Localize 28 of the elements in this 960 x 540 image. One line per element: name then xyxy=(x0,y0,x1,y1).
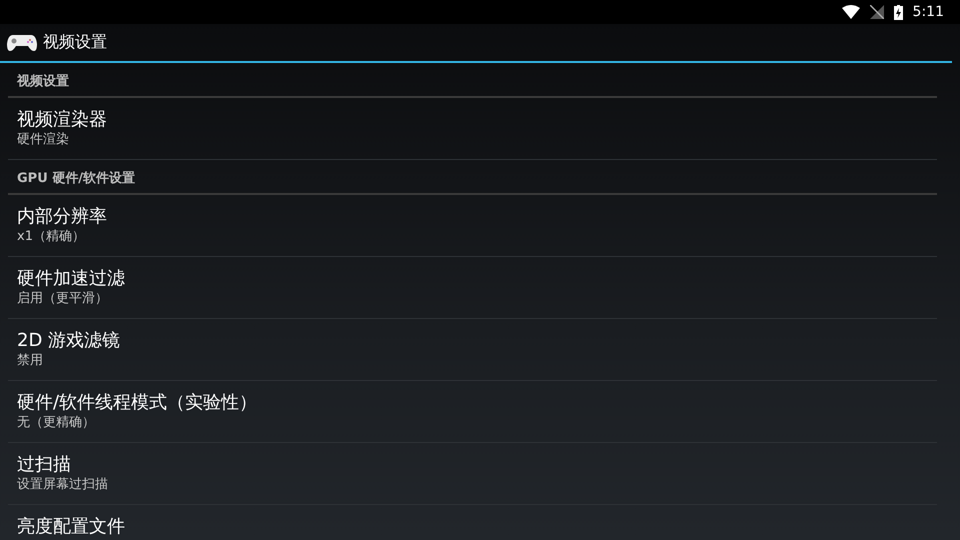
setting-title: 内部分辨率 xyxy=(17,206,108,228)
setting-item[interactable]: 内部分辨率 x1（精确） xyxy=(8,195,937,257)
setting-title: 视频渲染器 xyxy=(17,109,108,131)
setting-title: 硬件/软件线程模式（实验性） xyxy=(17,392,258,414)
setting-summary: 设置屏幕过扫描 xyxy=(17,476,109,494)
no-signal-icon xyxy=(870,5,884,19)
setting-summary: 禁用 xyxy=(17,352,44,370)
gamepad-icon xyxy=(7,34,37,52)
wifi-icon xyxy=(842,5,860,19)
setting-title: 亮度配置文件 xyxy=(17,516,126,538)
setting-title: 过扫描 xyxy=(17,454,72,476)
setting-item[interactable]: 亮度配置文件 xyxy=(8,505,937,540)
section-header: GPU 硬件/软件设置 xyxy=(8,160,937,195)
setting-summary: 硬件渲染 xyxy=(17,131,70,149)
setting-summary: 启用（更平滑） xyxy=(17,290,109,308)
setting-summary: x1（精确） xyxy=(17,228,86,246)
battery-charging-icon xyxy=(894,4,903,20)
setting-title: 2D 游戏滤镜 xyxy=(17,330,122,352)
setting-item[interactable]: 硬件/软件线程模式（实验性） 无（更精确） xyxy=(8,381,937,443)
setting-title: 硬件加速过滤 xyxy=(17,268,126,290)
setting-item[interactable]: 视频渲染器 硬件渲染 xyxy=(8,98,937,160)
section-header: 视频设置 xyxy=(8,63,937,98)
screen-title: 视频设置 xyxy=(43,32,107,53)
setting-summary: 无（更精确） xyxy=(17,414,96,432)
setting-item[interactable]: 过扫描 设置屏幕过扫描 xyxy=(8,443,937,505)
setting-item[interactable]: 2D 游戏滤镜 禁用 xyxy=(8,319,937,381)
clock-time: 5:11 xyxy=(912,4,944,20)
setting-item[interactable]: 硬件加速过滤 启用（更平滑） xyxy=(8,257,937,319)
